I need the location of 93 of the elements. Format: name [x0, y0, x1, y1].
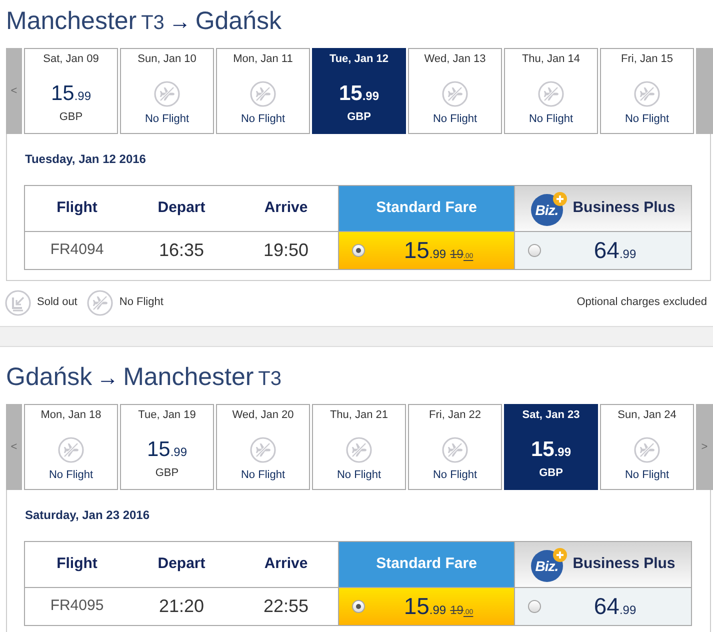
- selected-date-heading: Saturday, Jan 23 2016: [24, 507, 151, 523]
- seat-icon: [5, 290, 31, 316]
- flight-number: FR4095: [50, 596, 104, 616]
- date-label: Thu, Jan 14: [522, 52, 580, 67]
- crossed-plane-icon: [634, 437, 660, 463]
- column-header: Arrive: [264, 554, 308, 574]
- plus-icon: [552, 548, 567, 562]
- currency-label: GBP: [155, 466, 179, 481]
- crossed-plane-icon: [58, 437, 84, 463]
- crossed-plane-icon: [346, 437, 372, 463]
- date-card[interactable]: Fri, Jan 15 No Flight: [600, 48, 694, 134]
- date-label: Sat, Jan 23: [522, 408, 580, 423]
- no-flight-label: No Flight: [336, 468, 382, 483]
- date-label: Sun, Jan 10: [138, 52, 196, 67]
- date-card[interactable]: Tue, Jan 19 15.99 GBP: [120, 404, 214, 490]
- date-label: Tue, Jan 12: [329, 52, 389, 67]
- no-flight-label: No Flight: [48, 468, 94, 483]
- route-title: Gdańsk → Manchester T3: [6, 362, 282, 393]
- radio-button[interactable]: [352, 244, 365, 257]
- column-header: Arrive: [264, 198, 308, 218]
- crossed-plane-icon: [634, 81, 660, 107]
- no-flight-label: No Flight: [432, 468, 478, 483]
- no-flight-label: No Flight: [528, 112, 574, 127]
- date-card[interactable]: Tue, Jan 12 15.99 GBP: [312, 48, 406, 134]
- fare-price: 15.99: [404, 592, 446, 622]
- date-card[interactable]: Sat, Jan 09 15.99 GBP: [24, 48, 118, 134]
- no-flight-label: No Flight: [432, 112, 478, 127]
- radio-button[interactable]: [352, 600, 365, 613]
- date-card[interactable]: Sun, Jan 10 No Flight: [120, 48, 214, 134]
- biz-badge: Biz.: [530, 194, 563, 226]
- crossed-plane-icon: [250, 437, 276, 463]
- crossed-plane-icon: [154, 81, 180, 107]
- price: 15.99: [50, 81, 92, 107]
- crossed-plane-icon: [538, 81, 564, 107]
- column-header: Depart: [158, 198, 206, 218]
- no-flight-label: No Flight: [144, 112, 190, 127]
- crossed-plane-icon: [250, 81, 276, 107]
- column-header: Flight: [56, 554, 98, 574]
- radio-button[interactable]: [528, 600, 541, 613]
- date-card[interactable]: Mon, Jan 18 No Flight: [24, 404, 118, 490]
- date-label: Wed, Jan 20: [232, 408, 294, 423]
- date-card[interactable]: Fri, Jan 22 No Flight: [408, 404, 502, 490]
- currency-label: GBP: [539, 466, 563, 481]
- crossed-plane-icon: [87, 290, 114, 316]
- plus-icon: [552, 192, 567, 206]
- selected-date-heading: Tuesday, Jan 12 2016: [24, 151, 147, 167]
- price: 15.99: [530, 437, 572, 463]
- date-label: Fri, Jan 15: [621, 52, 673, 67]
- departure-time: 16:35: [158, 239, 204, 262]
- date-label: Wed, Jan 13: [424, 52, 486, 67]
- legend-label: Sold out: [37, 295, 78, 310]
- date-card[interactable]: Sat, Jan 23 15.99 GBP: [504, 404, 598, 490]
- no-flight-label: No Flight: [240, 112, 286, 127]
- charges-note: Optional charges excluded: [576, 295, 707, 310]
- column-header: Flight: [56, 198, 98, 218]
- price: 15.99: [146, 437, 188, 463]
- radio-button[interactable]: [528, 244, 541, 257]
- price: 15.99: [338, 81, 380, 107]
- no-flight-label: No Flight: [624, 468, 670, 483]
- no-flight-label: No Flight: [240, 468, 286, 483]
- date-card[interactable]: Mon, Jan 11 No Flight: [216, 48, 310, 134]
- fare-price: 64.99: [594, 592, 636, 622]
- departure-time: 21:20: [158, 595, 204, 618]
- flight-number: FR4094: [50, 240, 104, 260]
- date-card[interactable]: Thu, Jan 14 No Flight: [504, 48, 598, 134]
- no-flight-label: No Flight: [624, 112, 670, 127]
- currency-label: GBP: [347, 110, 371, 125]
- fare-price: 64.99: [594, 236, 636, 266]
- date-card[interactable]: Wed, Jan 13 No Flight: [408, 48, 502, 134]
- date-label: Sun, Jan 24: [618, 408, 676, 423]
- fare-label: Business Plus: [572, 198, 676, 218]
- date-card[interactable]: Sun, Jan 24 No Flight: [600, 404, 694, 490]
- fare-label: Standard Fare: [376, 198, 477, 218]
- date-card[interactable]: Thu, Jan 21 No Flight: [312, 404, 406, 490]
- route-title: Manchester T3 → Gdańsk: [6, 6, 282, 37]
- arrival-time: 22:55: [263, 595, 309, 618]
- legend-label: No Flight: [119, 295, 164, 310]
- date-label: Fri, Jan 22: [429, 408, 481, 423]
- biz-badge: Biz.: [530, 550, 563, 582]
- date-label: Tue, Jan 19: [138, 408, 196, 423]
- date-label: Thu, Jan 21: [330, 408, 388, 423]
- currency-label: GBP: [59, 110, 83, 125]
- column-header: Depart: [158, 554, 206, 574]
- date-card[interactable]: Wed, Jan 20 No Flight: [216, 404, 310, 490]
- date-label: Mon, Jan 11: [233, 52, 293, 67]
- arrival-time: 19:50: [263, 239, 309, 262]
- date-label: Sat, Jan 09: [43, 52, 99, 67]
- fare-label: Business Plus: [572, 554, 676, 574]
- date-label: Mon, Jan 18: [40, 408, 102, 423]
- crossed-plane-icon: [442, 81, 468, 107]
- fare-price: 15.99: [404, 236, 446, 266]
- fare-label: Standard Fare: [376, 554, 477, 574]
- crossed-plane-icon: [442, 437, 468, 463]
